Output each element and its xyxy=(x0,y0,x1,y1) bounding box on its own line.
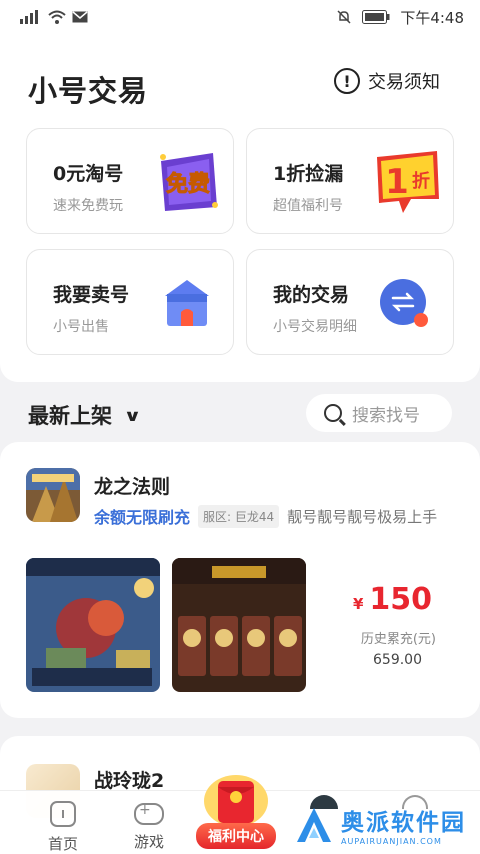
watermark-icon xyxy=(297,807,331,842)
tab-games[interactable]: 游戏 xyxy=(114,791,184,854)
mute-icon xyxy=(337,10,351,24)
battery-icon xyxy=(362,10,390,24)
status-bar: 下午4:48 xyxy=(0,0,480,34)
tab-home[interactable]: 首页 xyxy=(28,791,98,854)
shop-icon xyxy=(165,280,209,326)
tab-benefit-label: 福利中心 xyxy=(196,823,276,849)
listing-price: ¥150 xyxy=(353,582,432,617)
listing-highlight: 余额无限刷充 xyxy=(94,508,191,527)
screenshot-thumbnail[interactable] xyxy=(172,558,306,692)
discount-badge-number: 1 xyxy=(385,162,409,202)
page-title: 小号交易 xyxy=(28,74,149,108)
trade-notice-label: 交易须知 xyxy=(368,72,440,93)
search-input[interactable]: 搜索找号 xyxy=(306,394,452,432)
card-subtitle: 超值福利号 xyxy=(273,198,343,214)
card-my-trades[interactable]: 我的交易 小号交易明细 xyxy=(246,249,454,355)
card-subtitle: 速来免费玩 xyxy=(53,198,123,214)
entry-grid: 0元淘号 速来免费玩 免费 1折捡漏 超值福利号 1 折 我要卖号 小号出售 我… xyxy=(0,124,480,382)
card-title: 1折捡漏 xyxy=(273,163,344,185)
tab-games-label: 游戏 xyxy=(133,833,164,851)
signal-icon xyxy=(20,10,38,24)
card-title: 0元淘号 xyxy=(53,163,124,185)
history-recharge-label: 历史累充(元) xyxy=(360,632,436,647)
info-icon: ! xyxy=(334,68,360,94)
currency-symbol: ¥ xyxy=(352,595,364,613)
card-title: 我要卖号 xyxy=(53,284,130,306)
game-name: 龙之法则 xyxy=(94,476,171,498)
header: 小号交易 ! 交易须知 xyxy=(0,34,480,124)
gamepad-icon xyxy=(134,802,164,825)
status-time: 下午4:48 xyxy=(400,8,464,27)
search-placeholder: 搜索找号 xyxy=(352,405,420,426)
free-badge-icon: 免费 xyxy=(160,153,218,211)
latest-section-header: 最新上架 ∨ 搜索找号 xyxy=(0,382,480,440)
listing-card[interactable]: 龙之法则 余额无限刷充 服区: 巨龙44 靓号靓号靓号极易上手 ¥150 历史累… xyxy=(0,442,480,718)
history-recharge-value: 659.00 xyxy=(373,652,422,668)
watermark-logo: 奥派软件园 AUPAIRUANJIAN.COM xyxy=(295,803,466,846)
latest-filter-dropdown[interactable]: 最新上架 ∨ xyxy=(28,400,142,430)
red-envelope-icon xyxy=(204,775,268,827)
card-free-account[interactable]: 0元淘号 速来免费玩 免费 xyxy=(26,128,234,234)
price-value: 150 xyxy=(369,582,432,617)
card-title: 我的交易 xyxy=(273,284,350,306)
card-subtitle: 小号出售 xyxy=(53,319,109,335)
listing-tags: 余额无限刷充 服区: 巨龙44 靓号靓号靓号极易上手 xyxy=(94,504,437,528)
card-sell-account[interactable]: 我要卖号 小号出售 xyxy=(26,249,234,355)
game-name: 战玲珑2 xyxy=(94,770,165,792)
section-title: 最新上架 xyxy=(28,404,112,428)
server-tag: 服区: 巨龙44 xyxy=(198,504,280,528)
bottom-tab-bar: 首页 游戏 福利中心 奥派软件园 AUPAIRUANJIAN.COM xyxy=(0,775,480,854)
screenshot-thumbnail[interactable] xyxy=(26,558,160,692)
free-badge-text: 免费 xyxy=(166,171,210,197)
card-discount-account[interactable]: 1折捡漏 超值福利号 1 折 xyxy=(246,128,454,234)
tab-benefit-center[interactable]: 福利中心 xyxy=(196,771,276,853)
exchange-icon xyxy=(380,279,428,327)
game-thumbnail xyxy=(26,468,80,522)
mail-icon xyxy=(72,11,88,23)
chevron-down-icon: ∨ xyxy=(123,405,142,425)
discount-badge-icon: 1 折 xyxy=(377,151,439,213)
listing-description: 靓号靓号靓号极易上手 xyxy=(287,507,438,526)
trade-notice-button[interactable]: ! 交易须知 xyxy=(334,68,440,94)
search-icon xyxy=(324,404,342,422)
discount-badge-char: 折 xyxy=(412,170,430,192)
home-icon xyxy=(50,801,76,827)
card-subtitle: 小号交易明细 xyxy=(273,319,357,335)
wifi-icon xyxy=(48,10,66,24)
tab-home-label: 首页 xyxy=(47,835,78,853)
